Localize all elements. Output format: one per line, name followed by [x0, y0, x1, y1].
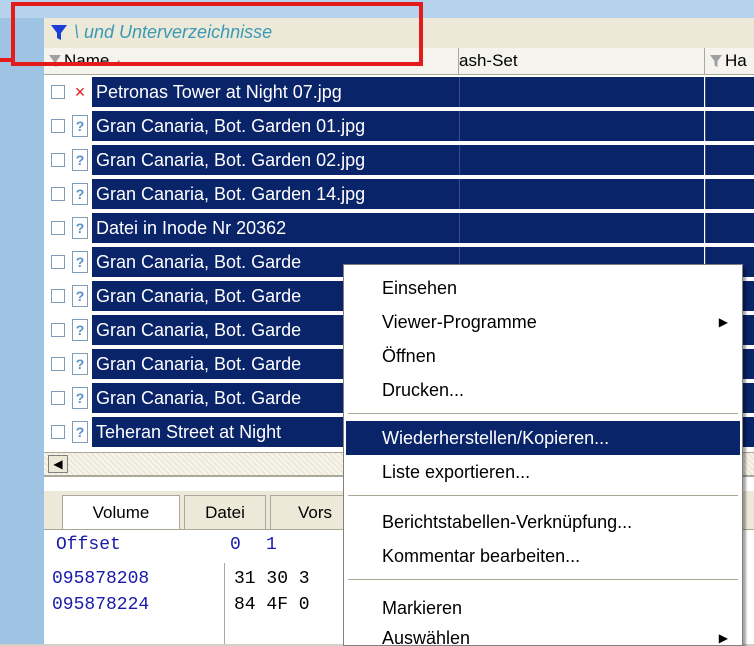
unknown-file-icon: ? [72, 183, 88, 205]
row-checkbox[interactable] [51, 119, 65, 133]
deleted-x-icon: × [72, 81, 88, 103]
hash-cell [705, 179, 754, 209]
row-checkbox[interactable] [51, 153, 65, 167]
row-checkbox[interactable] [51, 221, 65, 235]
hex-offset-label: Offset [56, 535, 121, 555]
hex-column-label: 0 [230, 535, 241, 555]
menu-item-kommentar-bearbeiten[interactable]: Kommentar bearbeiten... [344, 539, 742, 573]
unknown-file-icon: ? [72, 319, 88, 341]
submenu-arrow-icon: ▶ [718, 315, 728, 329]
hash-set-cell [459, 77, 704, 107]
unknown-file-icon: ? [72, 353, 88, 375]
row-checkbox[interactable] [51, 187, 65, 201]
file-name: Gran Canaria, Bot. Garden 02.jpg [92, 145, 459, 175]
menu-item-einsehen[interactable]: Einsehen [344, 271, 742, 305]
hash-set-cell [459, 111, 704, 141]
hash-set-cell [459, 213, 704, 243]
menu-item-label: Viewer-Programme [382, 312, 537, 332]
table-row[interactable]: ? Gran Canaria, Bot. Garden 14.jpg [44, 177, 754, 211]
row-checkbox[interactable] [51, 323, 65, 337]
file-name: Gran Canaria, Bot. Garden 01.jpg [92, 111, 459, 141]
hex-bytes[interactable]: 84 4F 0 [234, 595, 310, 615]
file-name: Petronas Tower at Night 07.jpg [92, 77, 459, 107]
hex-bytes[interactable]: 31 30 3 [234, 569, 310, 589]
background-left [0, 0, 44, 644]
unknown-file-icon: ? [72, 115, 88, 137]
column-hash-set-label: ash-Set [459, 51, 518, 70]
hash-cell [705, 213, 754, 243]
menu-item-oeffnen[interactable]: Öffnen [344, 339, 742, 373]
hex-offset: 095878208 [52, 569, 150, 589]
unknown-file-icon: ? [72, 149, 88, 171]
menu-item-liste-exportieren[interactable]: Liste exportieren... [344, 455, 742, 489]
menu-item-berichtstabellen-verknuepfung[interactable]: Berichtstabellen-Verknüpfung... [344, 505, 742, 539]
highlight-box [11, 2, 423, 66]
hash-set-cell [459, 179, 704, 209]
menu-item-markieren[interactable]: Markieren [344, 591, 742, 625]
hex-offset: 095878224 [52, 595, 150, 615]
hex-column-label: 1 [266, 535, 277, 555]
menu-separator [348, 413, 738, 414]
column-hash-label: Ha [725, 51, 747, 70]
menu-item-drucken[interactable]: Drucken... [344, 373, 742, 407]
row-checkbox[interactable] [51, 391, 65, 405]
row-checkbox[interactable] [51, 255, 65, 269]
column-filter-icon[interactable] [709, 54, 723, 68]
column-header-hash[interactable]: Ha [705, 48, 754, 74]
tab-volume[interactable]: Volume [62, 495, 180, 529]
unknown-file-icon: ? [72, 387, 88, 409]
hash-cell [705, 77, 754, 107]
submenu-arrow-icon: ▶ [718, 631, 728, 645]
menu-item-viewer-programme[interactable]: Viewer-Programme ▶ [344, 305, 742, 339]
unknown-file-icon: ? [72, 421, 88, 443]
file-name: Gran Canaria, Bot. Garden 14.jpg [92, 179, 459, 209]
row-checkbox[interactable] [51, 289, 65, 303]
table-row[interactable]: ? Gran Canaria, Bot. Garden 01.jpg [44, 109, 754, 143]
hash-cell [705, 145, 754, 175]
table-row[interactable]: × Petronas Tower at Night 07.jpg [44, 75, 754, 109]
menu-separator [348, 579, 738, 580]
hash-cell [705, 111, 754, 141]
menu-separator [348, 495, 738, 496]
file-name: Datei in Inode Nr 20362 [92, 213, 459, 243]
column-header-hash-set[interactable]: ash-Set [459, 48, 705, 74]
context-menu: Einsehen Viewer-Programme ▶ Öffnen Druck… [343, 264, 743, 646]
table-row[interactable]: ? Datei in Inode Nr 20362 [44, 211, 754, 245]
scroll-left-arrow-icon[interactable]: ◀ [48, 455, 68, 473]
row-checkbox[interactable] [51, 85, 65, 99]
table-row[interactable]: ? Gran Canaria, Bot. Garden 02.jpg [44, 143, 754, 177]
row-checkbox[interactable] [51, 425, 65, 439]
highlight-connector [0, 58, 15, 62]
unknown-file-icon: ? [72, 285, 88, 307]
menu-item-auswaehlen[interactable]: Auswählen ▶ [344, 621, 742, 646]
unknown-file-icon: ? [72, 217, 88, 239]
hash-set-cell [459, 145, 704, 175]
menu-item-label: Auswählen [382, 628, 471, 646]
row-checkbox[interactable] [51, 357, 65, 371]
menu-item-wiederherstellen-kopieren[interactable]: Wiederherstellen/Kopieren... [346, 421, 740, 455]
unknown-file-icon: ? [72, 251, 88, 273]
tab-datei[interactable]: Datei [184, 495, 266, 529]
